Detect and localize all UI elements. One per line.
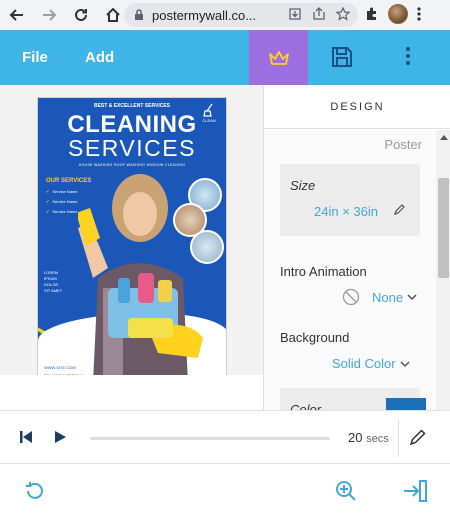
- lock-icon: [135, 9, 143, 20]
- poster-service-item: ✔ Service Name: [46, 209, 78, 214]
- reload-icon[interactable]: [70, 4, 92, 26]
- poster-woman-illustration: [78, 174, 203, 381]
- background-dropdown[interactable]: Solid Color: [332, 356, 410, 371]
- home-icon[interactable]: [102, 4, 124, 26]
- file-menu[interactable]: File: [22, 49, 48, 66]
- intro-animation-dropdown[interactable]: None: [342, 288, 417, 306]
- back-arrow-icon[interactable]: [6, 4, 28, 26]
- undo-button[interactable]: [24, 480, 44, 505]
- edit-timeline-button[interactable]: [409, 428, 427, 451]
- url-text: postermywall.co...: [152, 7, 257, 23]
- extensions-puzzle-icon[interactable]: [364, 6, 380, 22]
- poster-url: WWW.SITE.COM: [44, 365, 76, 370]
- crown-icon: [268, 50, 289, 65]
- poster-title-line2: SERVICES: [68, 135, 196, 161]
- broom-logo-icon: [203, 103, 213, 117]
- panel-scrollbar[interactable]: [436, 130, 450, 410]
- size-card[interactable]: Size 24in × 36in: [280, 164, 420, 236]
- design-canvas[interactable]: BEST & EXCELLENT SERVICES CLEANING SERVI…: [0, 85, 263, 382]
- exit-editor-button[interactable]: [402, 480, 428, 507]
- download-icon[interactable]: [288, 7, 302, 21]
- design-panel-content: Poster Size 24in × 36in Intro Animation …: [264, 130, 436, 410]
- chevron-down-icon: [407, 294, 417, 301]
- design-panel: DESIGN Poster Size 24in × 36in Intro Ani…: [263, 85, 450, 410]
- poster-service-item: ✔ Service Name: [46, 189, 78, 194]
- more-options-button[interactable]: [405, 45, 411, 72]
- skip-back-icon: [20, 431, 32, 443]
- poster-logo: CLEAN: [198, 103, 220, 125]
- premium-button[interactable]: [249, 30, 308, 85]
- background-label: Background: [280, 330, 350, 345]
- scroll-up-arrow-icon[interactable]: [440, 135, 448, 140]
- edit-size-pencil-icon[interactable]: [393, 204, 405, 216]
- duration-display[interactable]: 20 secs: [348, 430, 389, 445]
- play-button[interactable]: [52, 429, 68, 450]
- color-label: Color: [290, 402, 322, 410]
- intro-animation-label: Intro Animation: [280, 264, 367, 279]
- address-bar[interactable]: postermywall.co...: [124, 3, 358, 27]
- add-menu[interactable]: Add: [85, 49, 114, 66]
- duration-unit: secs: [366, 433, 389, 445]
- bottom-toolbar: [0, 464, 450, 518]
- profile-avatar[interactable]: [388, 4, 408, 24]
- size-value[interactable]: 24in × 36in: [314, 204, 378, 219]
- chevron-down-icon: [400, 360, 410, 367]
- none-circle-slash-icon: [342, 288, 360, 306]
- save-icon: [332, 47, 352, 67]
- background-value: Solid Color: [332, 356, 396, 371]
- save-button[interactable]: [330, 45, 354, 74]
- canvas-spacer: [0, 375, 263, 410]
- forward-arrow-icon[interactable]: [38, 4, 60, 26]
- intro-animation-value: None: [372, 289, 404, 305]
- size-label: Size: [290, 178, 316, 193]
- timeline-divider: [398, 419, 399, 457]
- bookmark-star-icon[interactable]: [336, 7, 350, 21]
- tab-design[interactable]: DESIGN: [264, 85, 450, 129]
- animation-timeline: 20 secs: [0, 410, 450, 464]
- app-header: File Add: [0, 30, 450, 85]
- zoom-in-icon: [336, 481, 356, 501]
- poster-service-item: ✔ Service Name: [46, 199, 78, 204]
- poster-tags: HOUSE WASHING ROOF WASHING WINDOW CLEANI…: [78, 163, 186, 167]
- poster-contact-block: LOREM IPSUM DOLOR SIT AMET: [44, 270, 63, 293]
- play-icon: [55, 431, 66, 443]
- browser-toolbar: postermywall.co...: [0, 0, 450, 30]
- color-card[interactable]: Color: [280, 388, 426, 410]
- color-swatch[interactable]: [386, 398, 426, 410]
- pencil-icon: [409, 429, 426, 446]
- poster-logo-text: CLEAN: [202, 118, 216, 123]
- poster-preview[interactable]: BEST & EXCELLENT SERVICES CLEANING SERVI…: [37, 97, 227, 382]
- poster-type-label: Poster: [384, 137, 422, 152]
- skip-to-start-button[interactable]: [18, 429, 34, 450]
- duration-value: 20: [348, 430, 363, 445]
- undo-icon: [26, 482, 43, 499]
- zoom-in-button[interactable]: [335, 480, 357, 507]
- scrollbar-thumb[interactable]: [438, 178, 449, 278]
- share-icon[interactable]: [312, 7, 326, 21]
- more-vertical-icon: [406, 47, 410, 65]
- exit-arrow-icon: [404, 480, 427, 502]
- timeline-track[interactable]: [90, 437, 330, 440]
- browser-menu-icon[interactable]: [416, 6, 422, 22]
